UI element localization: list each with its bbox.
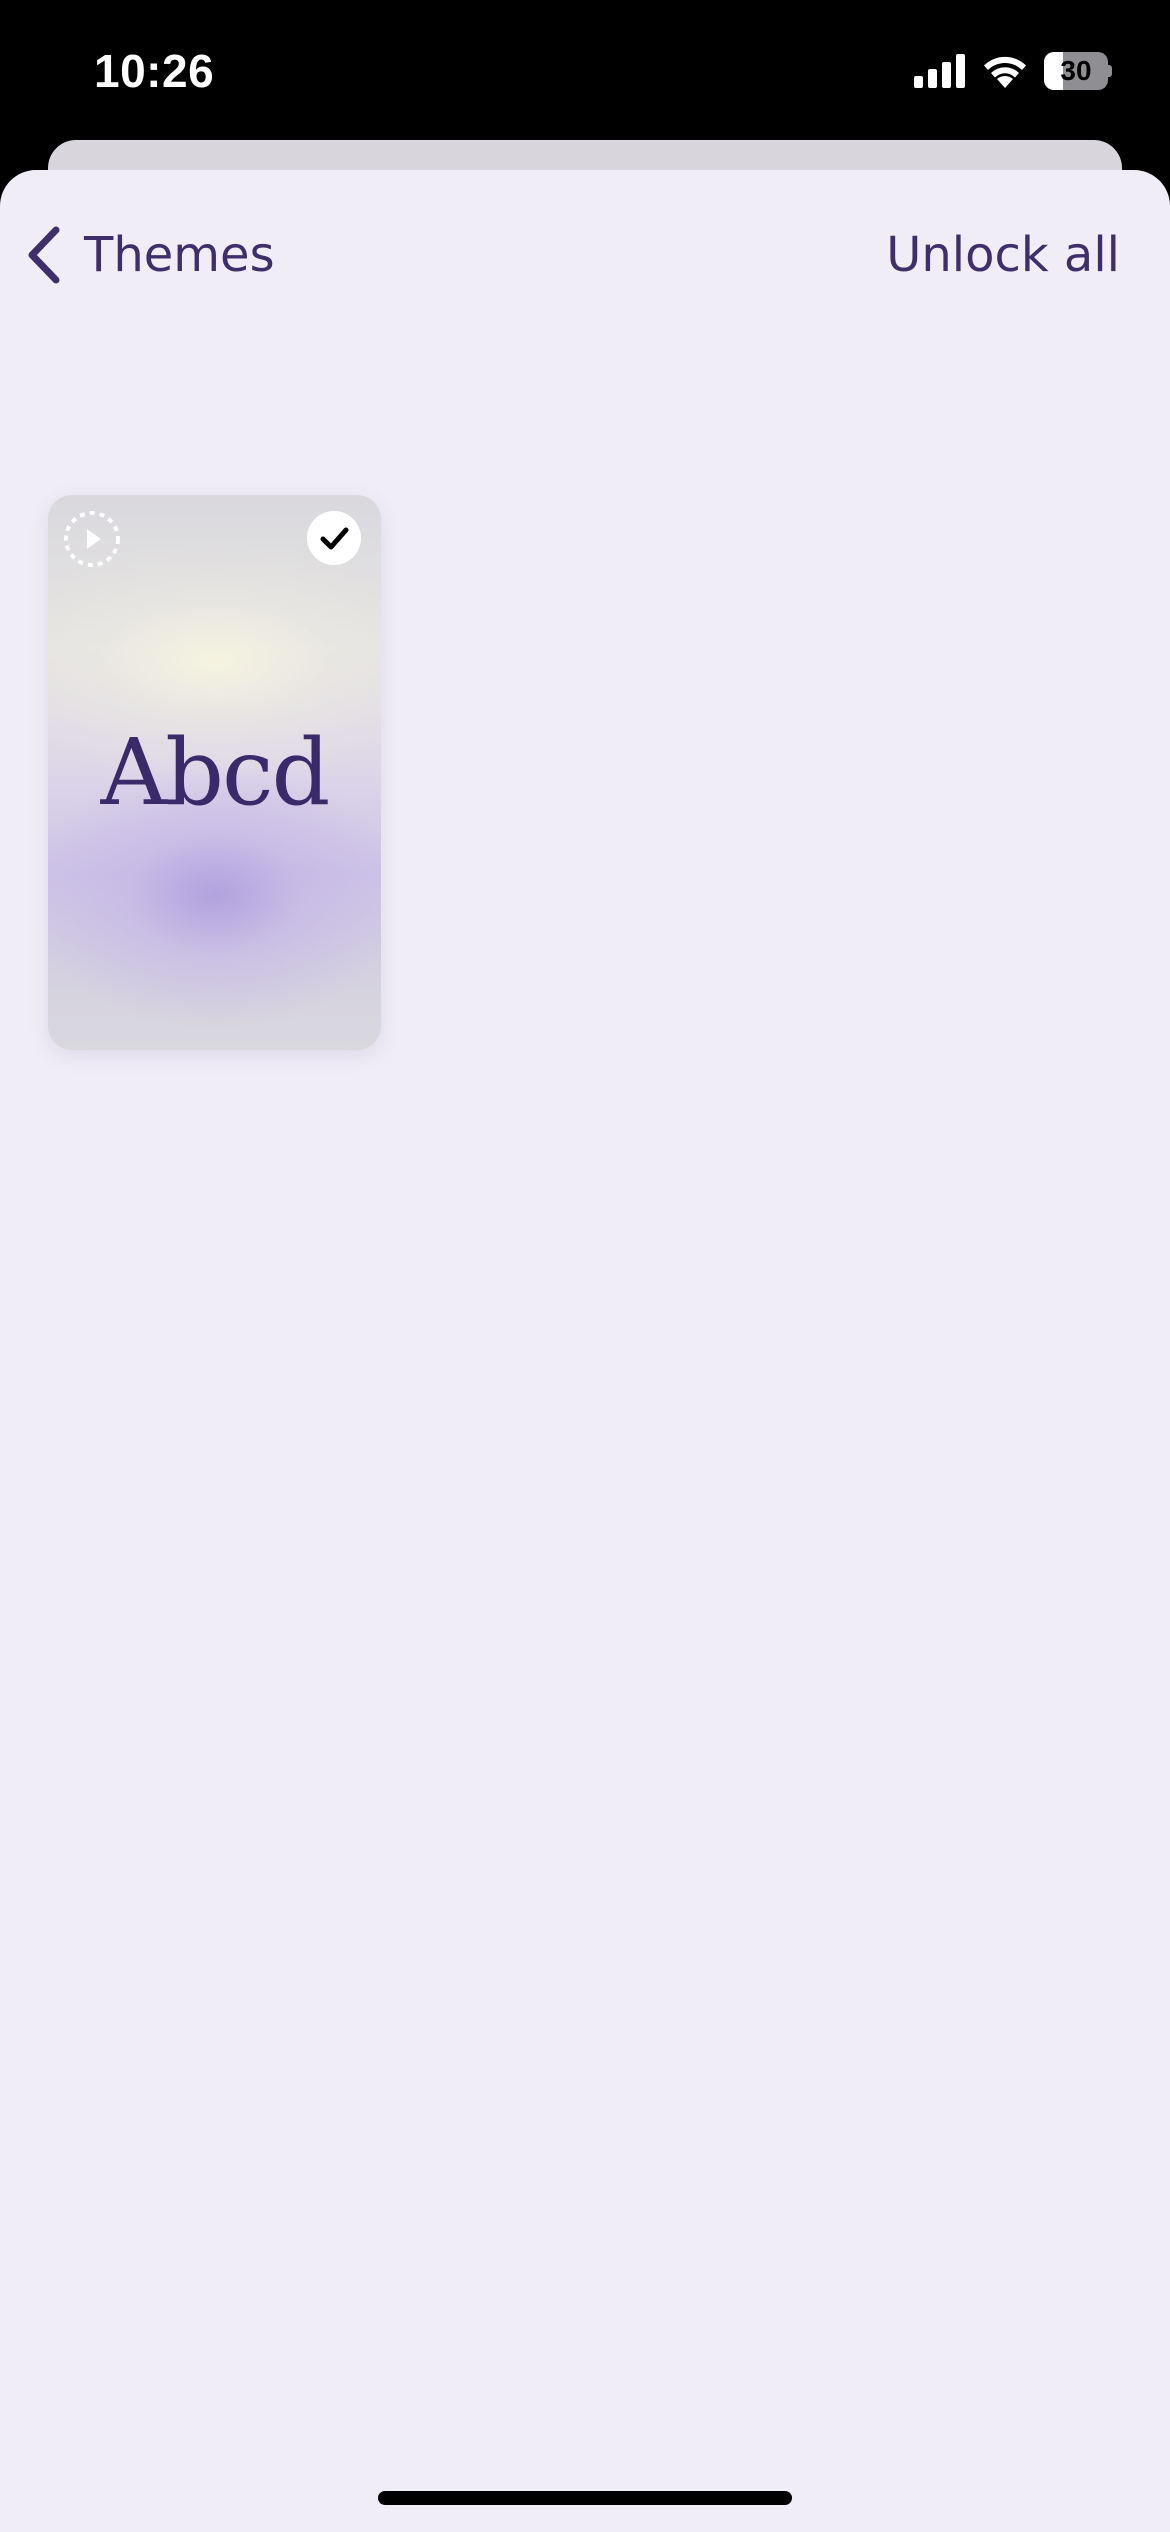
status-icons: 30 bbox=[914, 52, 1112, 90]
checkmark-icon bbox=[320, 527, 349, 550]
cellular-signal-icon bbox=[914, 54, 965, 88]
status-bar: 10:26 30 bbox=[0, 0, 1170, 140]
status-time: 10:26 bbox=[94, 45, 215, 97]
home-indicator[interactable] bbox=[378, 2491, 792, 2505]
themes-sheet: Themes Unlock all Abcd bbox=[0, 170, 1170, 2532]
chevron-left-icon bbox=[28, 226, 60, 284]
unlock-all-button[interactable]: Unlock all bbox=[886, 220, 1120, 290]
navigation-bar: Themes Unlock all bbox=[0, 170, 1170, 340]
theme-preview-text: Abcd bbox=[100, 719, 331, 826]
page-title: Themes bbox=[84, 227, 275, 283]
battery-level: 30 bbox=[1060, 55, 1092, 86]
selected-badge bbox=[307, 511, 361, 565]
back-button[interactable]: Themes bbox=[24, 220, 275, 290]
theme-card[interactable]: Abcd bbox=[48, 495, 381, 1050]
wifi-icon bbox=[984, 56, 1026, 88]
battery-icon: 30 bbox=[1044, 52, 1112, 90]
play-icon[interactable] bbox=[62, 509, 122, 569]
